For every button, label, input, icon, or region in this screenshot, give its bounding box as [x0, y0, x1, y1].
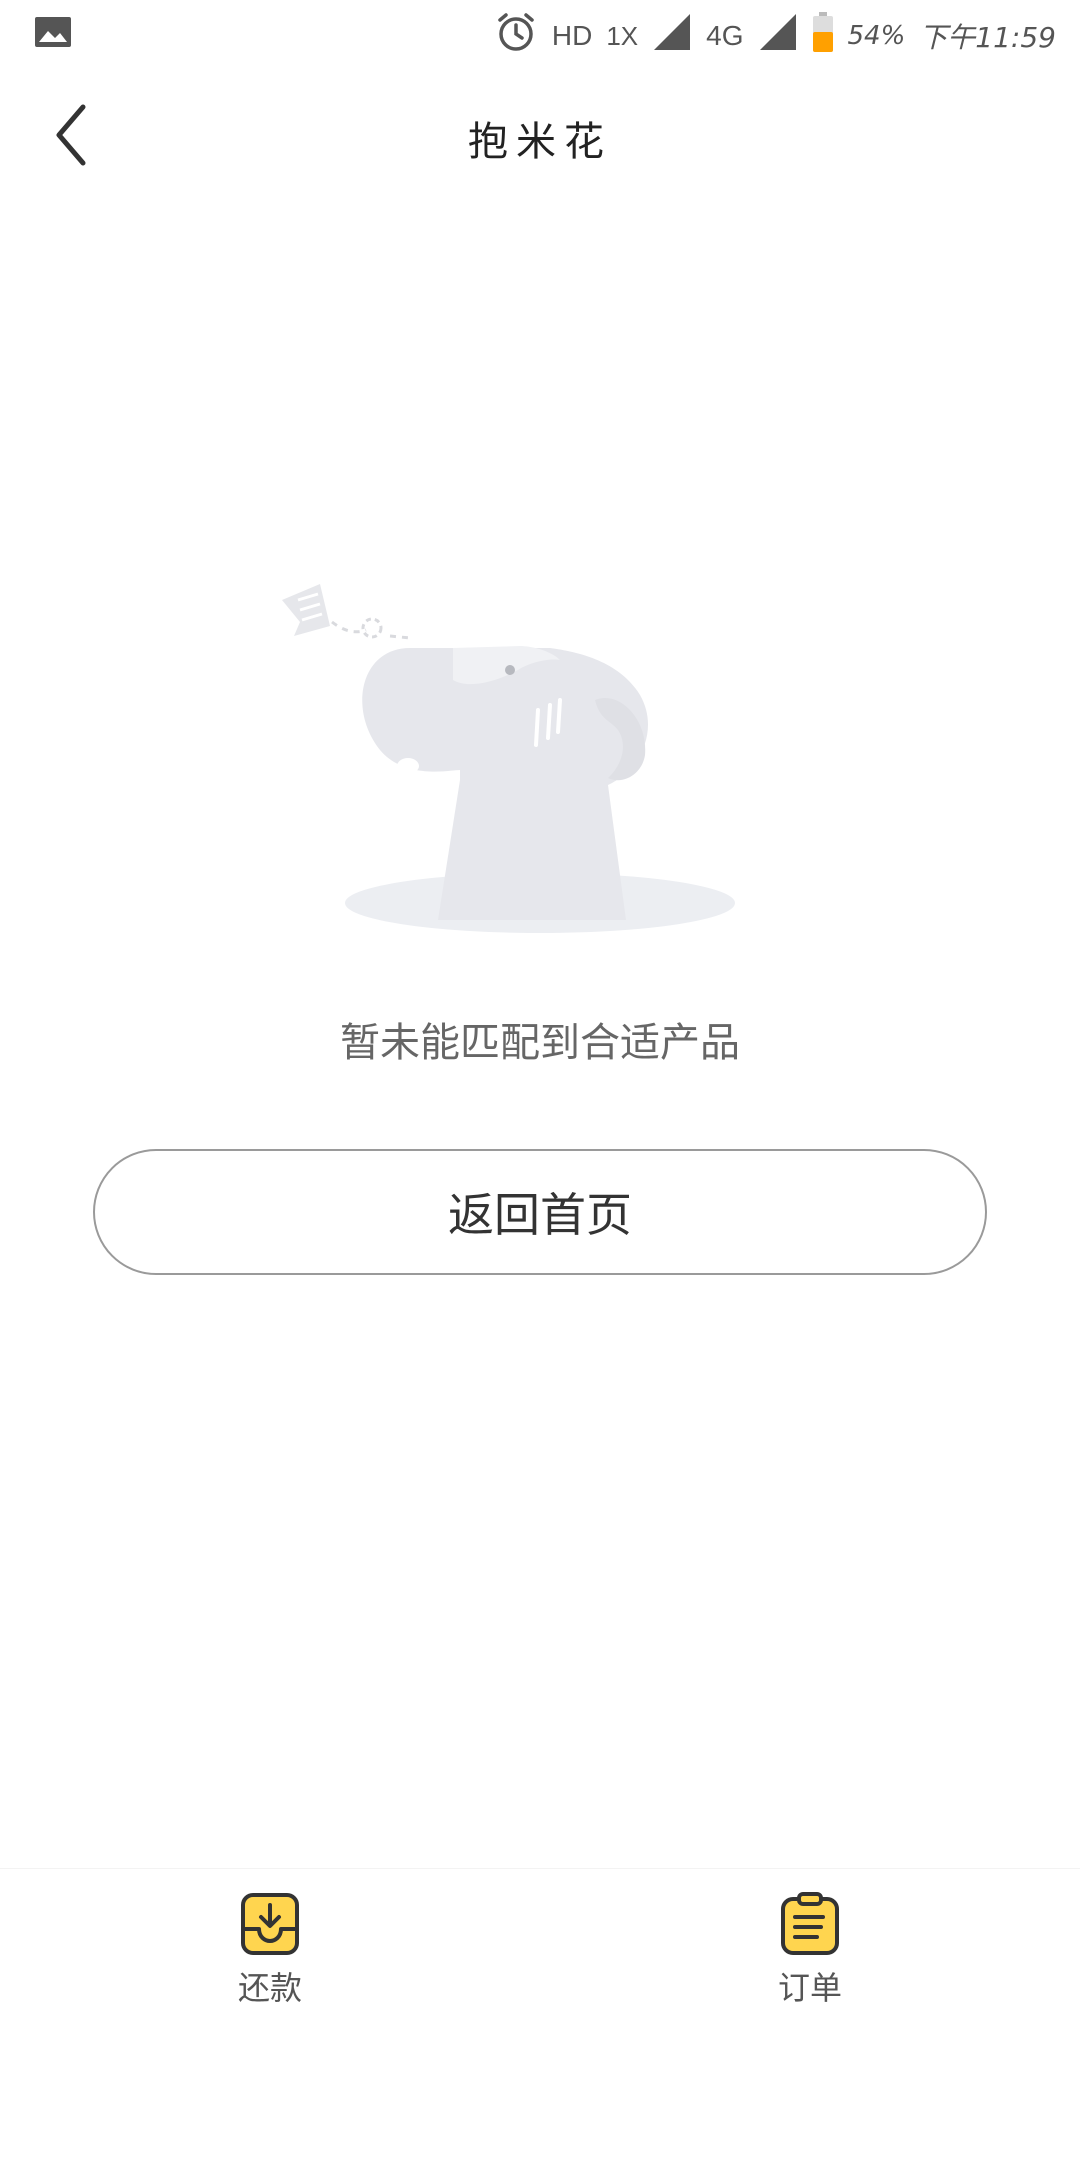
network-indicator: 4G	[706, 20, 744, 51]
signal-icon	[652, 12, 692, 60]
battery-icon	[812, 11, 834, 61]
page-title: 抱米花	[468, 119, 612, 165]
alarm-clock-icon	[494, 10, 538, 62]
battery-percent: 54%	[847, 21, 906, 51]
hd-indicator: HD	[551, 20, 593, 51]
nav-label-repay: 还款	[237, 1969, 302, 2007]
signal-icon-2	[758, 12, 798, 60]
nav-label-orders: 订单	[777, 1969, 842, 2007]
clipboard-list-icon	[777, 1891, 843, 1961]
empty-state-message: 暂未能匹配到合适产品	[340, 1020, 740, 1066]
download-tray-icon	[237, 1891, 303, 1961]
clock: 下午11:59	[919, 21, 1056, 54]
sim-indicator: 1X	[606, 20, 639, 51]
chevron-left-icon	[51, 103, 91, 171]
app-screen: HD 1X 4G 54% 下午11:59 抱米花 暂未能匹配到合适产品 返回首页…	[0, 0, 1080, 2160]
title-bar: 抱米花	[0, 72, 1080, 204]
bottom-nav: 还款 订单	[0, 1868, 1080, 2160]
return-home-button[interactable]: 返回首页	[93, 1149, 987, 1275]
confused-character-icon	[260, 570, 760, 940]
back-button[interactable]	[36, 102, 106, 172]
image-icon	[34, 16, 72, 56]
status-bar: HD 1X 4G 54% 下午11:59	[0, 0, 1080, 72]
nav-item-repay[interactable]: 还款	[190, 1891, 350, 2011]
nav-item-orders[interactable]: 订单	[730, 1891, 890, 2011]
